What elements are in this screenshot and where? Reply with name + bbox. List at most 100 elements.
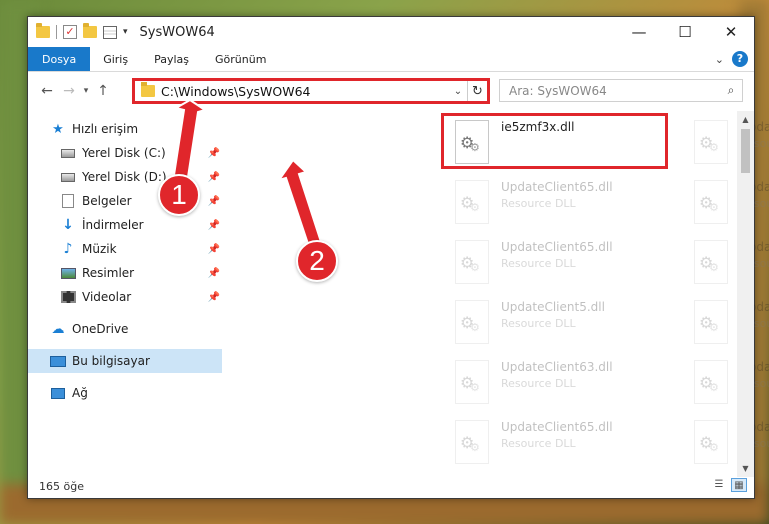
- sidebar-item-pictures[interactable]: Resimler 📌: [28, 261, 222, 285]
- sidebar-item-quick-access[interactable]: ★ Hızlı erişim: [28, 117, 222, 141]
- documents-icon: [62, 194, 74, 208]
- scroll-up-icon[interactable]: ▲: [737, 111, 754, 128]
- list-item[interactable]: UpdateClient63.dllResource DLL: [443, 353, 668, 411]
- address-bar[interactable]: C:\Windows\SysWOW64 ⌄ ↻: [132, 78, 490, 104]
- list-item[interactable]: UpdateClient63.dllResource DLL: [682, 293, 769, 351]
- sidebar-item-onedrive[interactable]: ☁ OneDrive: [28, 317, 222, 341]
- pin-icon[interactable]: 📌: [208, 292, 220, 303]
- cloud-icon: ☁: [51, 321, 65, 337]
- list-item[interactable]: UpdateClient42.dllResource DLL: [682, 353, 769, 411]
- dll-file-icon: [694, 300, 728, 344]
- sidebar-item-label: OneDrive: [72, 322, 129, 336]
- large-icons-view-icon[interactable]: ▦: [731, 478, 747, 492]
- pin-icon[interactable]: 📌: [208, 196, 220, 207]
- close-button[interactable]: ✕: [708, 17, 754, 47]
- sidebar-item-label: Müzik: [82, 242, 117, 256]
- file-name: UpdateClient65.dll: [501, 420, 613, 434]
- list-item[interactable]: UpdateClient5.dll Resource DLL: [443, 293, 668, 351]
- search-input[interactable]: Ara: SysWOW64: [509, 84, 720, 98]
- pictures-icon: [60, 267, 76, 279]
- minimize-button[interactable]: —: [616, 17, 662, 47]
- forward-arrow-icon[interactable]: →: [58, 83, 80, 99]
- dll-file-icon: [694, 180, 728, 224]
- address-path[interactable]: C:\Windows\SysWOW64: [161, 84, 449, 99]
- properties-check-icon[interactable]: ✓: [63, 25, 77, 39]
- expand-ribbon-icon[interactable]: ⌄: [715, 53, 724, 66]
- sidebar-item-network[interactable]: Ağ: [28, 381, 222, 405]
- videos-icon: [60, 291, 76, 303]
- window-title: SysWOW64: [139, 24, 215, 40]
- file-name: UpdateClient5.dll: [501, 300, 605, 314]
- pin-icon[interactable]: 📌: [208, 268, 220, 279]
- dll-file-icon: [694, 420, 728, 464]
- dll-file-icon: [455, 420, 489, 464]
- status-bar: 165 öğe ☰ ▦: [28, 474, 754, 498]
- main-body: ★ Hızlı erişim Yerel Disk (C:) 📌 Yerel D…: [28, 111, 769, 473]
- tab-paylas[interactable]: Paylaş: [141, 47, 202, 71]
- sidebar-item-downloads[interactable]: ↓ İndirmeler 📌: [28, 213, 222, 237]
- dll-file-icon: [455, 360, 489, 404]
- file-type: Resource DLL: [501, 377, 576, 390]
- properties-icon[interactable]: [103, 25, 117, 39]
- file-name: UpdateClient65.dll: [501, 240, 613, 254]
- list-item[interactable]: UpdateClient5.dllResource DLL: [682, 113, 769, 171]
- download-icon: ↓: [62, 217, 74, 233]
- list-item[interactable]: UpdateClient21.dllResource DLL: [682, 233, 769, 291]
- sidebar-item-videos[interactable]: Videolar 📌: [28, 285, 222, 309]
- back-arrow-icon[interactable]: ←: [36, 83, 58, 99]
- network-icon: [51, 387, 65, 399]
- address-dropdown-icon[interactable]: ⌄: [449, 86, 467, 97]
- scrollbar-thumb[interactable]: [741, 129, 750, 173]
- toolbar-divider: [56, 25, 57, 39]
- vertical-scrollbar[interactable]: ▲ ▼: [737, 111, 754, 477]
- maximize-button[interactable]: ☐: [662, 17, 708, 47]
- file-type: Resource DLL: [501, 257, 576, 270]
- refresh-icon[interactable]: ↻: [467, 81, 487, 101]
- sidebar-item-label: Belgeler: [82, 194, 132, 208]
- up-arrow-icon[interactable]: ↑: [92, 83, 114, 99]
- list-item[interactable]: UpdateClient42.dllResource DLL: [682, 413, 769, 471]
- window-controls: — ☐ ✕: [616, 17, 754, 47]
- music-icon: ♪: [63, 241, 73, 257]
- pin-icon[interactable]: 📌: [208, 244, 220, 255]
- dll-file-icon: [694, 120, 728, 164]
- list-item[interactable]: UpdateClient65.dll Resource DLL: [443, 233, 668, 291]
- file-list: ie5zmf3x.dll UpdateClient5.dllResource D…: [222, 111, 769, 473]
- pin-icon[interactable]: 📌: [208, 148, 220, 159]
- customize-dropdown-icon[interactable]: ▾: [123, 27, 128, 37]
- list-item[interactable]: UpdateClient65.dll Resource DLL: [443, 413, 668, 471]
- tab-dosya[interactable]: Dosya: [28, 47, 91, 71]
- view-switcher: ☰ ▦: [711, 478, 747, 492]
- file-name: UpdateClient65.dll: [501, 180, 613, 194]
- recent-locations-icon[interactable]: ▾: [80, 86, 92, 96]
- pin-icon[interactable]: 📌: [208, 220, 220, 231]
- step-badge-1: 1: [158, 174, 200, 216]
- disk-icon: [61, 148, 75, 158]
- file-highlight-box: [441, 113, 668, 169]
- quick-access-toolbar: ✓ ▾: [28, 23, 128, 39]
- list-item[interactable]: UpdateClient5.dllResource DLL: [682, 173, 769, 231]
- tab-gorunum[interactable]: Görünüm: [202, 47, 279, 71]
- help-icon[interactable]: ?: [732, 51, 748, 67]
- dll-file-icon: [694, 240, 728, 284]
- details-view-icon[interactable]: ☰: [711, 478, 727, 492]
- sidebar-item-label: Hızlı erişim: [72, 122, 139, 136]
- ribbon-tabs: Dosya Giriş Paylaş Görünüm ⌄ ?: [28, 47, 754, 72]
- search-icon[interactable]: ⌕: [720, 83, 742, 98]
- dll-file-icon: [455, 240, 489, 284]
- step-badge-2: 2: [296, 240, 338, 282]
- list-item[interactable]: UpdateClient65.dll Resource DLL: [443, 173, 668, 231]
- search-box[interactable]: Ara: SysWOW64 ⌕: [499, 79, 743, 102]
- tab-giris[interactable]: Giriş: [90, 47, 141, 71]
- sidebar-item-label: İndirmeler: [82, 218, 144, 232]
- new-folder-icon[interactable]: [83, 23, 97, 38]
- folder-icon: [36, 23, 50, 38]
- file-type: Resource DLL: [501, 317, 576, 330]
- sidebar-item-disk-c[interactable]: Yerel Disk (C:) 📌: [28, 141, 222, 165]
- pin-icon[interactable]: 📌: [208, 172, 220, 183]
- computer-icon: [50, 355, 66, 367]
- folder-icon: [141, 82, 155, 97]
- sidebar-item-this-pc[interactable]: Bu bilgisayar: [28, 349, 222, 373]
- sidebar-item-music[interactable]: ♪ Müzik 📌: [28, 237, 222, 261]
- file-type: Resource DLL: [501, 437, 576, 450]
